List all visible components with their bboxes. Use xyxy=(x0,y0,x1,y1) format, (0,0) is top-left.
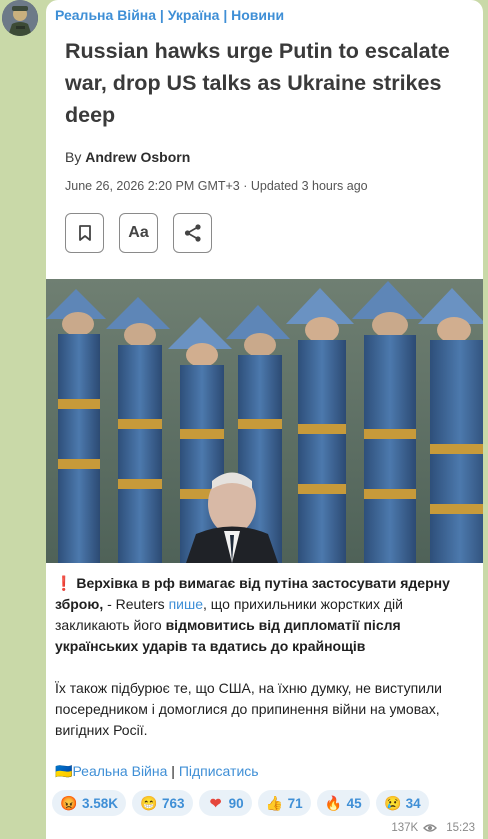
reaction-fire[interactable]: 🔥 45 xyxy=(316,790,370,816)
footer-channel-link[interactable]: Реальна Війна xyxy=(72,763,167,779)
bookmark-button[interactable] xyxy=(65,213,104,253)
ukraine-flag-icon: 🇺🇦 xyxy=(55,763,73,779)
byline-prefix: By xyxy=(65,149,82,165)
reaction-grin[interactable]: 😁 763 xyxy=(132,790,193,816)
angry-face-icon: 😡 xyxy=(60,795,78,811)
grinning-face-icon: 😁 xyxy=(140,795,158,811)
view-count: 137K xyxy=(391,822,419,834)
reaction-heart[interactable]: ❤ 90 xyxy=(198,790,252,816)
share-button[interactable] xyxy=(173,213,212,253)
font-size-button[interactable]: Aa xyxy=(119,213,158,253)
crying-face-icon: 😢 xyxy=(383,795,402,811)
subscribe-link[interactable]: Підписатись xyxy=(179,763,259,779)
message-bubble: Реальна Війна | Україна | Новини Russian… xyxy=(46,0,483,839)
fire-icon: 🔥 xyxy=(324,795,343,811)
footer-separator: | xyxy=(167,763,179,779)
channel-avatar[interactable] xyxy=(2,0,38,36)
article-byline: By Andrew Osborn xyxy=(65,149,190,165)
post-paragraph-2: Їх також підбурює те, що США, на їхню ду… xyxy=(55,680,442,738)
reaction-count: 763 xyxy=(162,795,185,811)
soldier-avatar-icon xyxy=(2,0,38,36)
font-size-label: Aa xyxy=(128,224,149,241)
source-link[interactable]: пише xyxy=(169,596,203,612)
bookmark-icon xyxy=(78,225,91,241)
reaction-count: 45 xyxy=(346,795,362,811)
reaction-count: 71 xyxy=(287,795,303,811)
reactions-bar: 😡 3.58K 😁 763 ❤ 90 👍 71 🔥 45 😢 34 xyxy=(52,790,429,816)
exclamation-icon: ❗ xyxy=(55,575,73,591)
article-headline: Russian hawks urge Putin to escalate war… xyxy=(65,39,450,127)
share-icon xyxy=(184,224,201,242)
reaction-count: 90 xyxy=(228,795,244,811)
eye-icon xyxy=(423,824,438,832)
reaction-count: 3.58K xyxy=(82,795,119,811)
article-photo[interactable] xyxy=(46,279,483,563)
article-dateline: June 26, 2026 2:20 PM GMT+3 · Updated 3 … xyxy=(65,179,368,193)
channel-name[interactable]: Реальна Війна | Україна | Новини xyxy=(55,7,284,23)
message-meta: 137K 15:23 xyxy=(391,822,475,834)
post-paragraph-1: ❗ Верхівка в рф вимагає від путіна засто… xyxy=(55,573,475,657)
post-text-segment: - Reuters xyxy=(103,596,169,612)
author-name: Andrew Osborn xyxy=(85,149,191,165)
soldiers-parade-image xyxy=(46,279,483,563)
reaction-angry[interactable]: 😡 3.58K xyxy=(52,790,127,816)
heart-icon: ❤ xyxy=(209,795,222,811)
reaction-count: 34 xyxy=(405,795,421,811)
reaction-cry[interactable]: 😢 34 xyxy=(375,790,429,816)
thumbs-up-icon: 👍 xyxy=(265,795,284,811)
post-footer: 🇺🇦Реальна Війна | Підписатись xyxy=(55,763,259,780)
reaction-thumbs-up[interactable]: 👍 71 xyxy=(257,790,311,816)
message-time: 15:23 xyxy=(446,822,475,834)
